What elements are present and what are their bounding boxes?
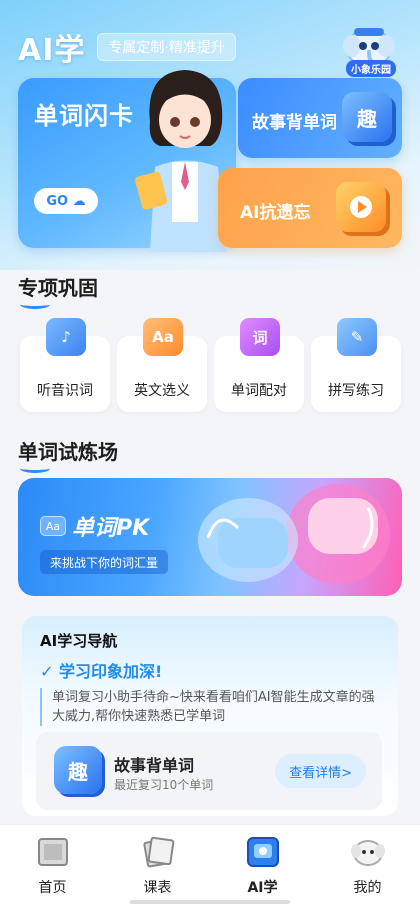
ai-nav-description: 单词复习小助手待命~快来看看咱们AI智能生成文章的强大威力,帮你快速熟悉已学单词 [40, 688, 380, 726]
story-item-name: 故事背单词 [114, 756, 195, 775]
header: AI学 专属定制·精准提升 [18, 28, 236, 68]
go-button[interactable]: GO ☁ [34, 188, 98, 214]
check-icon: ✓ [40, 662, 54, 681]
story-item-meta: 最近复习10个单词 [114, 778, 214, 792]
fist-bump-illustration [198, 484, 390, 584]
story-words-title: 故事背单词 [252, 113, 337, 133]
radio-play-icon [336, 182, 386, 232]
pk-subtitle: 来挑战下你的词汇量 [40, 550, 169, 574]
tab-bar: 首页 课表 AI学 我的 [0, 824, 420, 906]
word-icon: 词 [240, 318, 280, 356]
mascot-label: 小象乐园 [346, 60, 396, 77]
pk-title: Aa 单词PK [40, 510, 149, 542]
page-title: AI学 [18, 33, 86, 68]
pencil-icon: ✎ [337, 318, 377, 356]
home-book-icon [38, 838, 68, 866]
story-tile-icon: 趣 [54, 746, 102, 794]
tab-ai-learn[interactable]: AI学 [210, 825, 315, 906]
skill-listen[interactable]: ♪ 听音识词 [20, 318, 110, 412]
flashcard-title: 单词闪卡 [34, 102, 134, 130]
skill-meaning[interactable]: Aa 英文选义 [117, 318, 207, 412]
story-review-item[interactable]: 趣 故事背单词 最近复习10个单词 查看详情> [36, 732, 382, 810]
special-section-title: 专项巩固 [18, 272, 98, 309]
ai-anti-forget-title: AI抗遗忘 [240, 203, 311, 223]
tab-profile[interactable]: 我的 [315, 825, 420, 906]
ai-learn-icon [247, 837, 279, 867]
aa-badge-icon: Aa [40, 516, 66, 536]
ai-anti-forget-card[interactable]: AI抗遗忘 [218, 168, 402, 248]
tagline-badge: 专属定制·精准提升 [97, 33, 236, 61]
view-details-button[interactable]: 查看详情> [275, 754, 366, 788]
home-indicator [130, 900, 290, 904]
aa-icon: Aa [143, 318, 183, 356]
skill-match[interactable]: 词 单词配对 [214, 318, 304, 412]
ai-nav-title: AI学习导航 [40, 632, 118, 650]
tab-home[interactable]: 首页 [0, 825, 105, 906]
tab-schedule[interactable]: 课表 [105, 825, 210, 906]
schedule-icon [143, 836, 175, 868]
story-tile-icon: 趣 [342, 92, 392, 142]
profile-mascot-icon [351, 840, 385, 866]
cloud-icon: ☁ [72, 193, 86, 209]
ai-nav-card: AI学习导航 ✓ 学习印象加深! 单词复习小助手待命~快来看看咱们AI智能生成文… [22, 616, 398, 816]
skill-spell[interactable]: ✎ 拼写练习 [311, 318, 401, 412]
ai-nav-headline: ✓ 学习印象加深! [40, 662, 163, 681]
story-words-card[interactable]: 故事背单词 趣 [238, 78, 402, 158]
music-note-icon: ♪ [46, 318, 86, 356]
arena-section-title: 单词试炼场 [18, 436, 118, 473]
word-pk-card[interactable]: Aa 单词PK 来挑战下你的词汇量 [18, 478, 402, 596]
